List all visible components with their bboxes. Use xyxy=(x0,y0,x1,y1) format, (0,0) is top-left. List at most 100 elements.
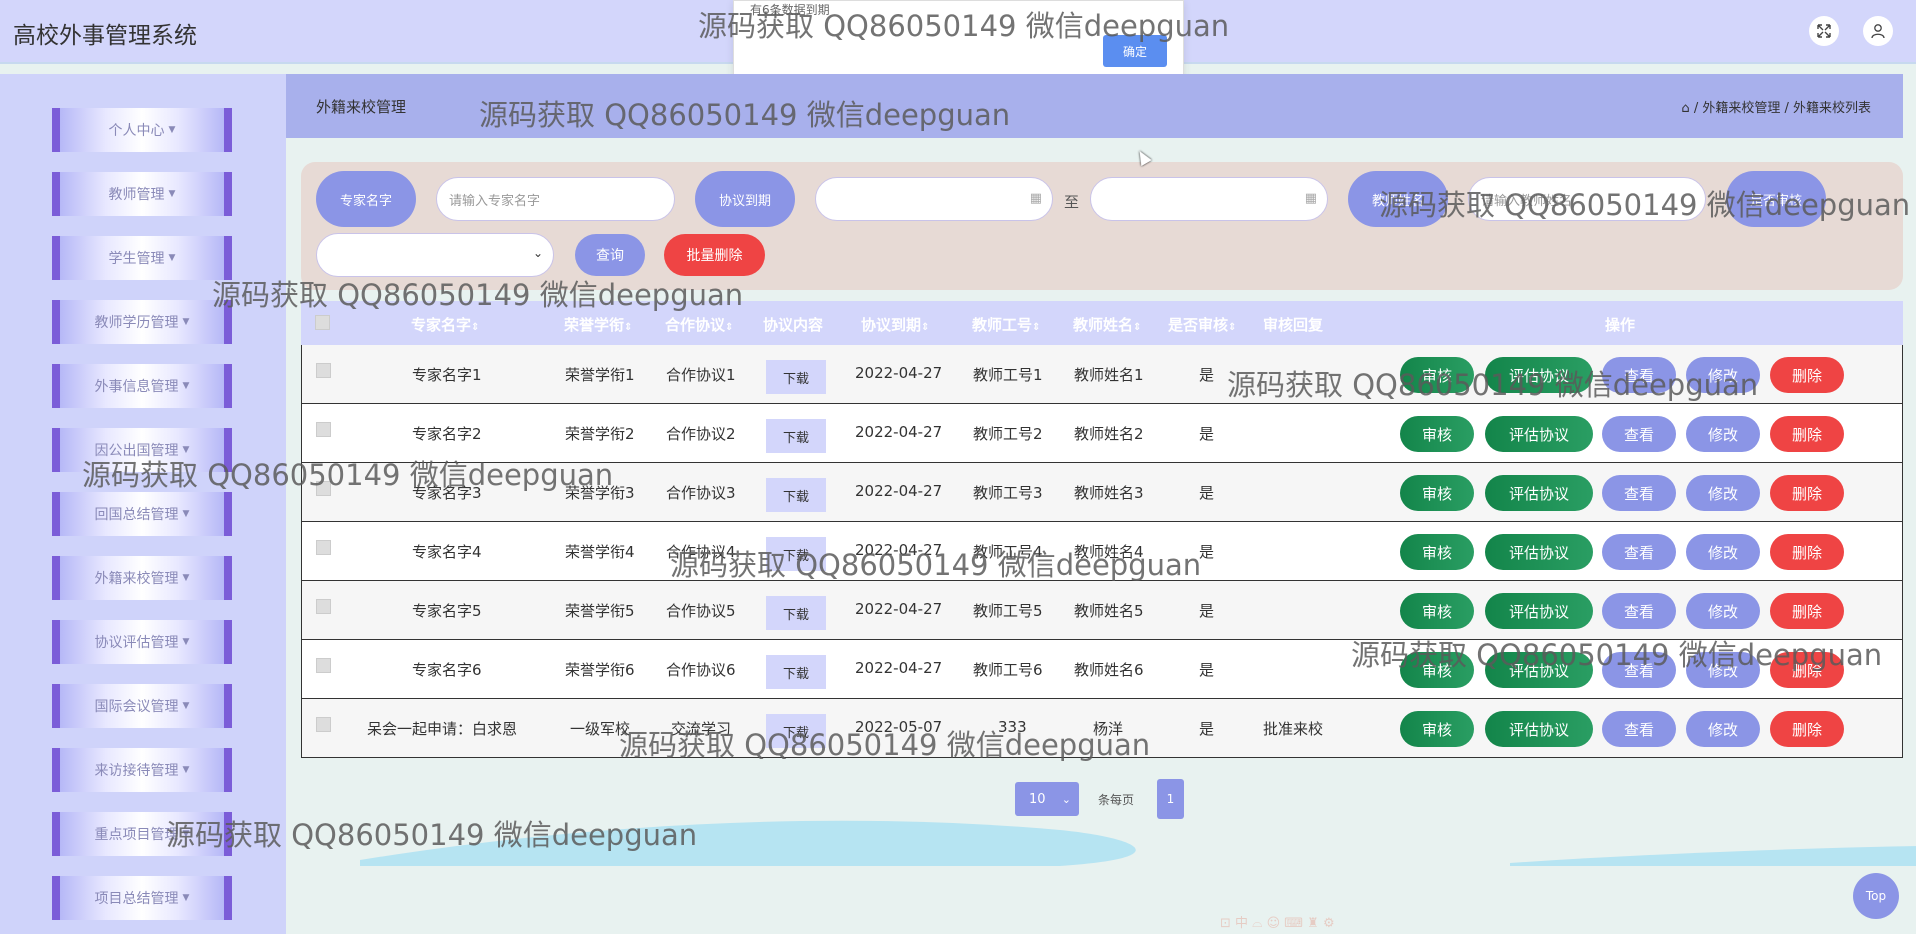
edit-button[interactable]: 修改 xyxy=(1686,652,1760,688)
view-button[interactable]: 查看 xyxy=(1602,652,1676,688)
caret-down-icon: ▼ xyxy=(168,125,176,135)
page-size-select[interactable]: 10 ⌄ xyxy=(1015,782,1079,816)
download-button[interactable]: 下载 xyxy=(766,714,826,748)
caret-down-icon: ▼ xyxy=(182,893,190,903)
sidebar-item-personal-center[interactable]: 个人中心 ▼ xyxy=(52,108,232,152)
row-checkbox[interactable] xyxy=(316,363,331,378)
sidebar-item-project-summary[interactable]: 项目总结管理 ▼ xyxy=(52,876,232,920)
edit-button[interactable]: 修改 xyxy=(1686,593,1760,629)
sidebar-item-foreign-visitors[interactable]: 外籍来校管理 ▼ xyxy=(52,556,232,600)
cell-title: 荣誉学衔1 xyxy=(565,366,635,384)
row-checkbox[interactable] xyxy=(316,481,331,496)
sidebar-item-agreement-evaluation[interactable]: 协议评估管理 ▼ xyxy=(52,620,232,664)
edit-button[interactable]: 修改 xyxy=(1686,711,1760,747)
download-button[interactable]: 下载 xyxy=(766,655,826,689)
sidebar-item-student[interactable]: 学生管理 ▼ xyxy=(52,236,232,280)
column-header[interactable]: 教师姓名⇕ xyxy=(1073,314,1141,335)
download-button[interactable]: 下载 xyxy=(766,537,826,571)
evaluate-button[interactable]: 评估协议 xyxy=(1485,357,1593,393)
table-row: 呆会一起申请：白求恩 一级军校 交流学习 下载 2022-05-07 333 杨… xyxy=(301,699,1903,758)
review-button[interactable]: 审核 xyxy=(1400,416,1474,452)
evaluate-button[interactable]: 评估协议 xyxy=(1485,652,1593,688)
evaluate-button[interactable]: 评估协议 xyxy=(1485,711,1593,747)
sidebar-item-key-projects[interactable]: 重点项目管理 ▼ xyxy=(52,812,232,856)
user-icon[interactable] xyxy=(1863,16,1893,46)
download-button[interactable]: 下载 xyxy=(766,596,826,630)
sidebar-item-label: 外事信息管理 xyxy=(94,379,179,395)
delete-button[interactable]: 删除 xyxy=(1770,593,1844,629)
evaluate-button[interactable]: 评估协议 xyxy=(1485,593,1593,629)
row-checkbox[interactable] xyxy=(316,540,331,555)
evaluate-button[interactable]: 评估协议 xyxy=(1485,416,1593,452)
column-header[interactable]: 协议到期⇕ xyxy=(861,314,929,335)
download-button[interactable]: 下载 xyxy=(766,478,826,512)
column-header[interactable]: 合作协议⇕ xyxy=(665,314,733,335)
page-header-bar: 外籍来校管理 ⌂ / 外籍来校管理 / 外籍来校列表 xyxy=(286,74,1903,138)
view-button[interactable]: 查看 xyxy=(1602,534,1676,570)
download-button[interactable]: 下载 xyxy=(766,419,826,453)
review-status-select[interactable]: ⌄ xyxy=(316,233,554,277)
teacher-name-input[interactable]: 请输入教师姓名 xyxy=(1468,177,1706,221)
view-button[interactable]: 查看 xyxy=(1602,475,1676,511)
review-button[interactable]: 审核 xyxy=(1400,652,1474,688)
edit-button[interactable]: 修改 xyxy=(1686,475,1760,511)
sidebar-item-return-summary[interactable]: 回国总结管理 ▼ xyxy=(52,492,232,536)
sidebar-item-international-conference[interactable]: 国际会议管理 ▼ xyxy=(52,684,232,728)
expire-start-date-input[interactable]: ▦ xyxy=(815,177,1053,221)
download-button[interactable]: 下载 xyxy=(766,360,826,394)
chevron-down-icon: ⌄ xyxy=(532,246,543,260)
cell-expert-name: 专家名字1 xyxy=(412,366,482,384)
column-header[interactable]: 教师工号⇕ xyxy=(972,314,1040,335)
cell-agreement: 合作协议3 xyxy=(666,484,736,502)
column-header[interactable]: 荣誉学衔⇕ xyxy=(564,314,632,335)
evaluate-button[interactable]: 评估协议 xyxy=(1485,475,1593,511)
home-icon[interactable]: ⌂ xyxy=(1681,101,1689,116)
review-button[interactable]: 审核 xyxy=(1400,534,1474,570)
sidebar-item-visit-reception[interactable]: 来访接待管理 ▼ xyxy=(52,748,232,792)
view-button[interactable]: 查看 xyxy=(1602,357,1676,393)
view-button[interactable]: 查看 xyxy=(1602,593,1676,629)
cell-title: 一级军校 xyxy=(570,720,631,738)
review-button[interactable]: 审核 xyxy=(1400,593,1474,629)
edit-button[interactable]: 修改 xyxy=(1686,416,1760,452)
view-button[interactable]: 查看 xyxy=(1602,416,1676,452)
delete-button[interactable]: 删除 xyxy=(1770,711,1844,747)
delete-button[interactable]: 删除 xyxy=(1770,416,1844,452)
query-button[interactable]: 查询 xyxy=(575,234,645,276)
caret-down-icon: ▼ xyxy=(182,829,190,839)
column-header[interactable]: 是否审核⇕ xyxy=(1168,314,1236,335)
expert-name-input[interactable]: 请输入专家名字 xyxy=(436,177,675,221)
delete-button[interactable]: 删除 xyxy=(1770,534,1844,570)
delete-button[interactable]: 删除 xyxy=(1770,475,1844,511)
sidebar-item-teacher[interactable]: 教师管理 ▼ xyxy=(52,172,232,216)
caret-down-icon: ▼ xyxy=(182,637,190,647)
cell-expert-name: 专家名字5 xyxy=(412,602,482,620)
column-header[interactable]: 专家名字⇕ xyxy=(411,314,479,335)
row-checkbox[interactable] xyxy=(316,422,331,437)
batch-delete-button[interactable]: 批量删除 xyxy=(664,234,765,276)
sidebar-item-official-abroad[interactable]: 因公出国管理 ▼ xyxy=(52,428,232,472)
row-checkbox[interactable] xyxy=(316,717,331,732)
delete-button[interactable]: 删除 xyxy=(1770,652,1844,688)
expand-icon[interactable] xyxy=(1809,16,1839,46)
review-button[interactable]: 审核 xyxy=(1400,475,1474,511)
edit-button[interactable]: 修改 xyxy=(1686,534,1760,570)
back-to-top-button[interactable]: Top xyxy=(1853,873,1899,919)
review-button[interactable]: 审核 xyxy=(1400,711,1474,747)
select-all-checkbox[interactable] xyxy=(315,315,330,330)
sidebar-item-foreign-affairs[interactable]: 外事信息管理 ▼ xyxy=(52,364,232,408)
view-button[interactable]: 查看 xyxy=(1602,711,1676,747)
review-button[interactable]: 审核 xyxy=(1400,357,1474,393)
cell-teacher-name: 教师姓名5 xyxy=(1074,602,1144,620)
page-number-button[interactable]: 1 xyxy=(1157,779,1184,819)
sidebar-item-teacher-degree[interactable]: 教师学历管理 ▼ xyxy=(52,300,232,344)
edit-button[interactable]: 修改 xyxy=(1686,357,1760,393)
row-checkbox[interactable] xyxy=(316,599,331,614)
expire-end-date-input[interactable]: ▦ xyxy=(1090,177,1328,221)
sidebar-item-label: 协议评估管理 xyxy=(94,635,179,651)
row-checkbox[interactable] xyxy=(316,658,331,673)
alert-ok-button[interactable]: 确定 xyxy=(1103,35,1167,67)
sidebar-item-label: 来访接待管理 xyxy=(94,763,179,779)
evaluate-button[interactable]: 评估协议 xyxy=(1485,534,1593,570)
delete-button[interactable]: 删除 xyxy=(1770,357,1844,393)
